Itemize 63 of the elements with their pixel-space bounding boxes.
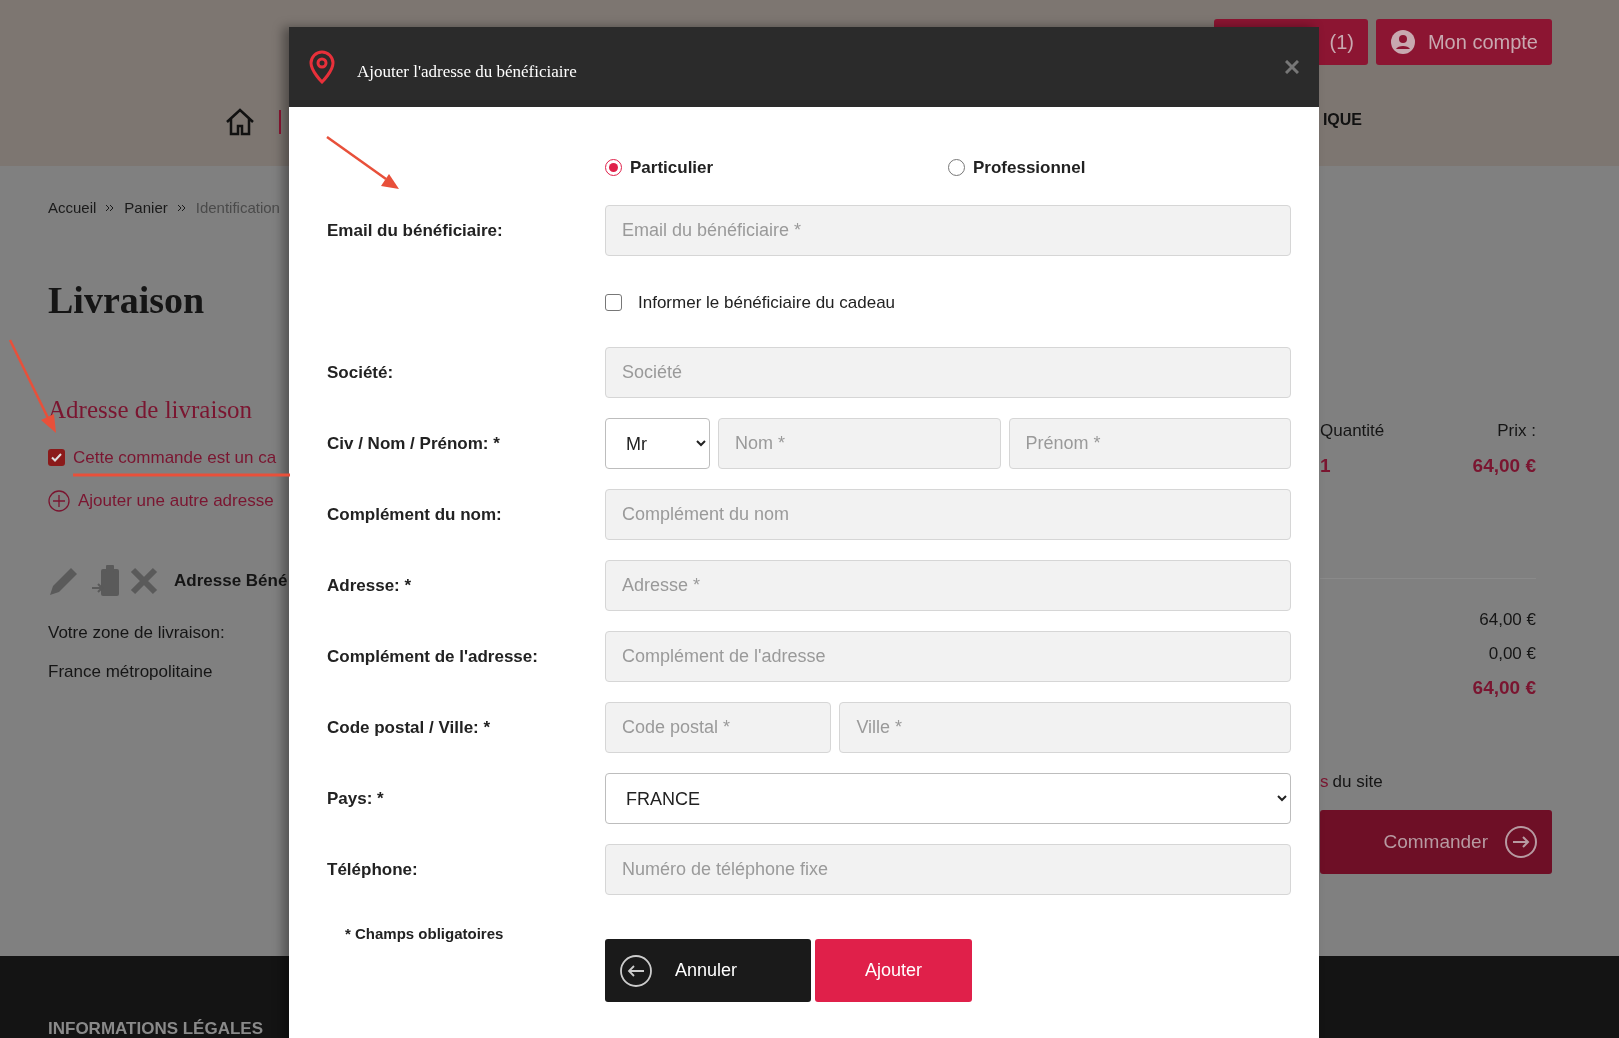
gift-checkbox[interactable] (48, 448, 65, 466)
required-note: * Champs obligatoires (344, 924, 505, 944)
close-icon[interactable] (1285, 60, 1299, 74)
total-value: 64,00 € (1472, 677, 1536, 698)
breadcrumb-link[interactable]: Panier (124, 197, 168, 220)
zone-value: France métropolitaine (48, 661, 213, 684)
input-field[interactable]: Nom * (718, 418, 1001, 469)
terms-text: du site (1332, 770, 1383, 793)
checkbox[interactable] (605, 293, 622, 311)
input-field[interactable]: Email du bénéficiaire * (605, 204, 1291, 256)
field-label: Société: (327, 362, 395, 384)
price-value: 64,00 € (1472, 453, 1536, 478)
field-label: Téléphone: (327, 859, 419, 881)
column-header: Prix : (1497, 420, 1536, 442)
location-pin-icon (309, 50, 335, 84)
plus-circle-icon[interactable] (48, 489, 70, 512)
address-heading: Adresse Béné (174, 569, 288, 592)
field-label: Complément de l'adresse: (327, 646, 539, 668)
terms-link[interactable]: s (1320, 768, 1329, 794)
subtotal-value: 64,00 € (1479, 610, 1536, 629)
input-field[interactable]: Société (605, 347, 1291, 398)
page-title: Livraison (48, 277, 205, 323)
radio-label[interactable]: Professionnel (973, 155, 1086, 181)
input-field[interactable]: Complément de l'adresse (605, 631, 1291, 682)
field-label: Complément du nom: (327, 504, 503, 526)
input-field[interactable]: Ville * (839, 702, 1291, 753)
home-icon[interactable] (225, 108, 255, 136)
chevron-icon (106, 204, 115, 213)
column-header: Quantité (1320, 420, 1385, 442)
cancel-button[interactable]: Annuler (605, 939, 811, 1002)
field-label: Adresse: * (327, 575, 413, 597)
nav-link[interactable]: IQUE (1322, 108, 1362, 132)
radio-label[interactable]: Particulier (630, 155, 714, 181)
section-title: Adresse de livraison (48, 395, 253, 426)
checkmark-icon (51, 452, 62, 462)
zone-label: Votre zone de livraison: (48, 621, 225, 644)
checkbox-label[interactable]: Informer le bénéficiaire du cadeau (638, 289, 896, 315)
order-button[interactable]: Commander (1320, 810, 1552, 874)
input-field[interactable]: Complément du nom (605, 489, 1291, 540)
add-button[interactable]: Ajouter (815, 939, 972, 1002)
field-label: Pays: * (327, 788, 385, 810)
quantity-value: 1 (1320, 453, 1331, 478)
input-field[interactable]: Numéro de téléphone fixe (605, 844, 1291, 895)
input-field[interactable]: Adresse * (605, 560, 1291, 611)
add-address-link[interactable]: Ajouter une autre adresse (78, 488, 274, 514)
arrow-left-circle-icon (619, 953, 653, 988)
user-icon (1389, 29, 1416, 55)
field-label: Email du bénéficiaire: (327, 219, 504, 242)
footer-heading: INFORMATIONS LÉGALES (48, 1019, 263, 1038)
input-field[interactable]: Code postal * (605, 702, 832, 753)
dropdown-field[interactable]: FRANCE (605, 773, 1291, 824)
input-field[interactable]: Prénom * (1008, 418, 1291, 469)
gift-checkbox-label[interactable]: Cette commande est un ca (73, 444, 277, 471)
arrow-circle-icon (1504, 825, 1538, 859)
modal-title: Ajouter l'adresse du bénéficiaire (357, 61, 578, 84)
shipping-value: 0,00 € (1488, 643, 1536, 663)
field-label: Code postal / Ville: * (327, 717, 492, 739)
dropdown-field[interactable]: Mr (605, 418, 710, 469)
account-button[interactable]: Mon compte (1375, 19, 1552, 65)
clipboard-icon[interactable] (90, 563, 122, 598)
breadcrumb-link[interactable]: Accueil (48, 197, 97, 220)
field-label: Civ / Nom / Prénom: * (327, 433, 501, 455)
chevron-icon (177, 204, 186, 213)
